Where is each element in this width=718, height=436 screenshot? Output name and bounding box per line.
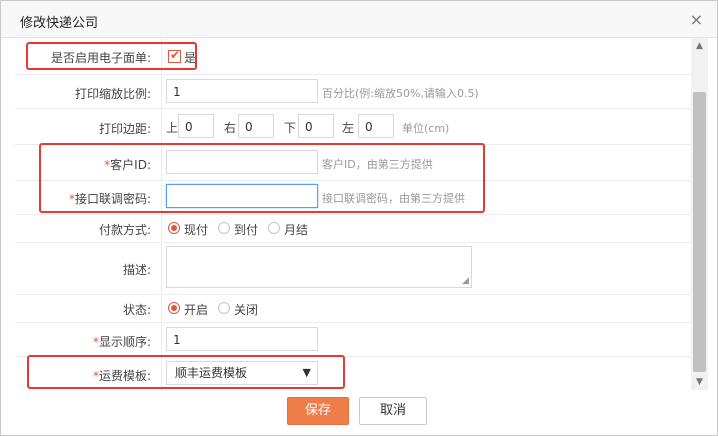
save-button[interactable]: 保存 bbox=[287, 397, 349, 425]
form-body: 是否启用电子面单: ✔ 是 打印缩放比例: 1 百分比(例:缩放50%,请输入0… bbox=[1, 38, 691, 390]
resize-handle-icon[interactable]: ◢ bbox=[462, 276, 689, 293]
print-scale-input[interactable]: 1 bbox=[166, 79, 318, 103]
margin-bottom-input[interactable]: 0 bbox=[298, 114, 334, 138]
api-password-input[interactable] bbox=[166, 184, 318, 208]
chevron-down-icon: ▼ bbox=[302, 366, 311, 379]
electronic-waybill-cell: ✔ 是 bbox=[161, 38, 691, 74]
customer-id-label-wrap: *客户ID: bbox=[15, 156, 151, 173]
edit-courier-dialog: 修改快递公司 × 是否启用电子面单: ✔ 是 打印缩放比例: 1 百分比(例:缩… bbox=[0, 0, 718, 436]
payment-monthly-label: 月结 bbox=[284, 223, 309, 237]
row-payment-method: 付款方式: 现付 到付 月结 bbox=[15, 214, 691, 243]
dialog-titlebar: 修改快递公司 × bbox=[1, 1, 717, 38]
display-order-label: 显示顺序: bbox=[98, 335, 151, 349]
api-password-label: 接口联调密码: bbox=[74, 192, 151, 206]
print-margin-cell: 上 0 右 0 下 0 左 0 单位(cm) bbox=[161, 108, 691, 144]
row-print-margin: 打印边距: 上 0 右 0 下 0 左 0 单位(cm) bbox=[15, 108, 691, 145]
row-shipping-template: *运费模板: 顺丰运费模板 ▼ bbox=[15, 356, 691, 390]
customer-id-input[interactable] bbox=[166, 150, 318, 174]
scroll-down-icon[interactable]: ▼ bbox=[691, 377, 708, 387]
margin-right-label: 右 bbox=[224, 121, 237, 135]
api-password-label-wrap: *接口联调密码: bbox=[15, 190, 151, 207]
check-icon: ✔ bbox=[170, 48, 181, 62]
print-margin-label: 打印边距: bbox=[98, 122, 151, 136]
status-off-radio[interactable] bbox=[218, 302, 230, 314]
margin-unit-hint: 单位(cm) bbox=[402, 122, 450, 135]
close-icon[interactable]: × bbox=[690, 10, 703, 29]
display-order-label-wrap: *显示顺序: bbox=[15, 333, 151, 350]
row-status: 状态: 开启 关闭 bbox=[15, 294, 691, 323]
electronic-waybill-option: 是 bbox=[184, 51, 197, 65]
margin-top-label: 上 bbox=[166, 121, 179, 135]
customer-id-hint: 客户ID，由第三方提供 bbox=[322, 158, 433, 171]
payment-method-cell: 现付 到付 月结 bbox=[161, 214, 691, 242]
row-customer-id: *客户ID: 客户ID，由第三方提供 bbox=[15, 144, 691, 181]
cancel-button[interactable]: 取消 bbox=[359, 397, 427, 425]
status-on-label: 开启 bbox=[184, 303, 209, 317]
customer-id-cell: 客户ID，由第三方提供 bbox=[161, 144, 691, 180]
shipping-template-label: 运费模板: bbox=[98, 369, 151, 383]
shipping-template-value: 顺丰运费模板 bbox=[175, 366, 248, 380]
dialog-title: 修改快递公司 bbox=[20, 16, 99, 31]
margin-bottom-label: 下 bbox=[284, 121, 297, 135]
status-cell: 开启 关闭 bbox=[161, 294, 691, 322]
display-order-input[interactable]: 1 bbox=[166, 327, 318, 351]
payment-monthly-radio[interactable] bbox=[268, 222, 280, 234]
description-textarea[interactable] bbox=[166, 246, 472, 288]
display-order-cell: 1 bbox=[161, 322, 691, 356]
status-on-radio[interactable] bbox=[168, 302, 180, 314]
margin-right-input[interactable]: 0 bbox=[238, 114, 274, 138]
scrollbar-thumb[interactable] bbox=[693, 92, 706, 372]
row-electronic-waybill: 是否启用电子面单: ✔ 是 bbox=[15, 38, 691, 75]
api-password-hint: 接口联调密码，由第三方提供 bbox=[322, 192, 465, 205]
customer-id-label: 客户ID: bbox=[110, 158, 151, 172]
row-display-order: *显示顺序: 1 bbox=[15, 322, 691, 357]
api-password-cell: 接口联调密码，由第三方提供 bbox=[161, 180, 691, 214]
margin-left-label: 左 bbox=[342, 121, 355, 135]
description-cell: ◢ bbox=[161, 242, 691, 294]
status-label: 状态: bbox=[122, 303, 151, 317]
margin-top-input[interactable]: 0 bbox=[178, 114, 214, 138]
shipping-template-select[interactable]: 顺丰运费模板 ▼ bbox=[166, 361, 318, 385]
payment-cash-radio[interactable] bbox=[168, 222, 180, 234]
payment-cash-label: 现付 bbox=[184, 223, 209, 237]
payment-cod-label: 到付 bbox=[234, 223, 259, 237]
form-scrollbar[interactable]: ▲ ▼ bbox=[691, 38, 708, 390]
print-scale-hint: 百分比(例:缩放50%,请输入0.5) bbox=[322, 87, 479, 100]
row-print-scale: 打印缩放比例: 1 百分比(例:缩放50%,请输入0.5) bbox=[15, 74, 691, 109]
shipping-template-label-wrap: *运费模板: bbox=[15, 367, 151, 384]
description-label: 描述: bbox=[122, 263, 151, 277]
scroll-up-icon[interactable]: ▲ bbox=[691, 41, 708, 51]
electronic-waybill-label: 是否启用电子面单: bbox=[50, 51, 151, 65]
payment-method-label: 付款方式: bbox=[98, 223, 151, 237]
print-scale-label: 打印缩放比例: bbox=[74, 87, 151, 101]
shipping-template-cell: 顺丰运费模板 ▼ bbox=[161, 356, 691, 390]
print-scale-cell: 1 百分比(例:缩放50%,请输入0.5) bbox=[161, 74, 691, 108]
payment-cod-radio[interactable] bbox=[218, 222, 230, 234]
margin-left-input[interactable]: 0 bbox=[358, 114, 394, 138]
status-off-label: 关闭 bbox=[234, 303, 259, 317]
row-api-password: *接口联调密码: 接口联调密码，由第三方提供 bbox=[15, 180, 691, 215]
electronic-waybill-checkbox[interactable]: ✔ bbox=[168, 48, 181, 63]
row-description: 描述: ◢ bbox=[15, 242, 691, 295]
